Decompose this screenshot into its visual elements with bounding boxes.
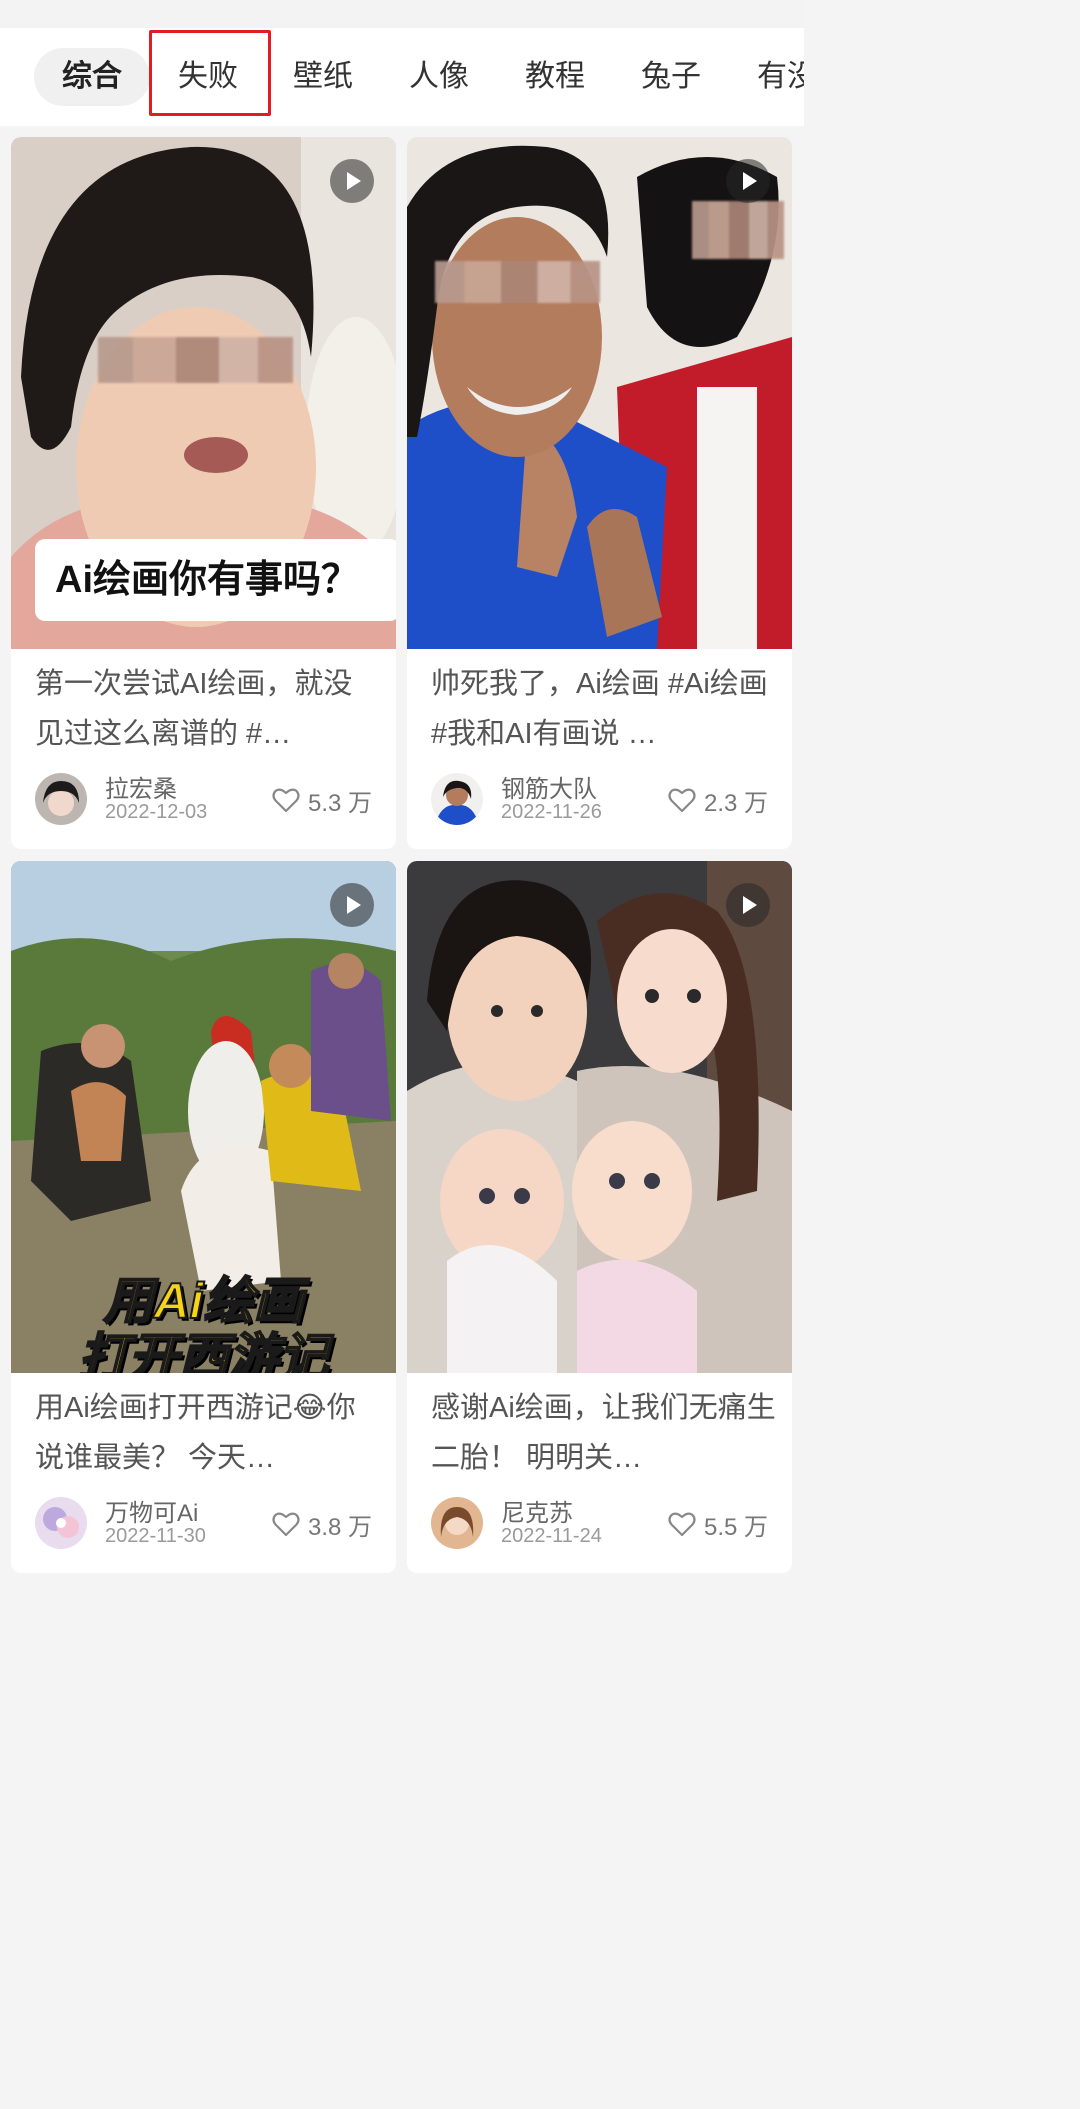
post-date: 2022-12-03 bbox=[105, 801, 208, 823]
avatar[interactable] bbox=[35, 773, 87, 825]
card-title[interactable]: 用Ai绘画打开西游记😂你说谁最美？ 今天… bbox=[35, 1383, 380, 1483]
tab-more[interactable]: 有没 bbox=[757, 48, 804, 106]
tab-portrait[interactable]: 人像 bbox=[409, 48, 469, 106]
card-title[interactable]: 感谢Ai绘画，让我们无痛生二胎！ 明明关… bbox=[431, 1383, 776, 1483]
card-title[interactable]: 第一次尝试AI绘画，就没见过这么离谱的 #… bbox=[35, 659, 380, 759]
post-date: 2022-11-24 bbox=[501, 1525, 602, 1547]
author-name[interactable]: 万物可Ai bbox=[105, 1493, 198, 1528]
video-thumbnail[interactable]: Ai绘画你有事吗？ bbox=[11, 137, 396, 649]
video-card[interactable]: 用Ai绘画 打开西游记 用Ai绘画打开西游记😂你说谁最美？ 今天… 万物可Ai … bbox=[11, 861, 396, 1573]
status-strip bbox=[0, 0, 804, 28]
video-card[interactable]: Ai绘画你有事吗？ 第一次尝试AI绘画，就没见过这么离谱的 #… 拉宏桑 202… bbox=[11, 137, 396, 849]
video-thumbnail[interactable] bbox=[407, 861, 792, 1373]
tab-rabbit[interactable]: 兔子 bbox=[641, 48, 701, 106]
heart-icon bbox=[668, 788, 696, 813]
play-icon[interactable] bbox=[726, 159, 770, 203]
heart-icon bbox=[668, 1512, 696, 1537]
video-thumbnail[interactable]: 用Ai绘画 打开西游记 bbox=[11, 861, 396, 1373]
thumbnail-image bbox=[407, 861, 792, 1373]
like-count[interactable]: 5.3 万 bbox=[272, 785, 372, 817]
avatar[interactable] bbox=[35, 1497, 87, 1549]
like-count[interactable]: 2.3 万 bbox=[668, 785, 768, 817]
like-count[interactable]: 5.5 万 bbox=[668, 1509, 768, 1541]
face-blur bbox=[692, 201, 784, 259]
card-title[interactable]: 帅死我了，Ai绘画 #Ai绘画 #我和AI有画说 … bbox=[431, 659, 776, 759]
heart-icon bbox=[272, 788, 300, 813]
face-blur bbox=[435, 261, 600, 303]
tab-comprehensive[interactable]: 综合 bbox=[34, 48, 150, 106]
category-tabbar: 综合 失败 壁纸 人像 教程 兔子 有没 bbox=[0, 28, 804, 126]
thumbnail-caption-line2: 打开西游记 bbox=[78, 1328, 330, 1373]
avatar[interactable] bbox=[431, 773, 483, 825]
tab-failure[interactable]: 失败 bbox=[178, 48, 238, 106]
post-date: 2022-11-26 bbox=[501, 801, 602, 823]
face-blur bbox=[98, 337, 293, 383]
like-count-text: 2.3 万 bbox=[703, 789, 768, 817]
like-count-text: 5.3 万 bbox=[307, 789, 372, 817]
author-name[interactable]: 拉宏桑 bbox=[105, 769, 177, 804]
like-count[interactable]: 3.8 万 bbox=[272, 1509, 372, 1541]
play-icon[interactable] bbox=[330, 159, 374, 203]
heart-icon bbox=[272, 1512, 300, 1537]
author-name[interactable]: 钢筋大队 bbox=[501, 769, 597, 804]
video-thumbnail[interactable] bbox=[407, 137, 792, 649]
thumbnail-caption: Ai绘画你有事吗？ bbox=[35, 539, 396, 621]
play-icon[interactable] bbox=[330, 883, 374, 927]
video-card[interactable]: 帅死我了，Ai绘画 #Ai绘画 #我和AI有画说 … 钢筋大队 2022-11-… bbox=[407, 137, 792, 849]
like-count-text: 5.5 万 bbox=[703, 1513, 768, 1541]
avatar[interactable] bbox=[431, 1497, 483, 1549]
author-name[interactable]: 尼克苏 bbox=[501, 1493, 573, 1528]
post-date: 2022-11-30 bbox=[105, 1525, 206, 1547]
tab-tutorial[interactable]: 教程 bbox=[525, 48, 585, 106]
like-count-text: 3.8 万 bbox=[307, 1513, 372, 1541]
video-card[interactable]: 感谢Ai绘画，让我们无痛生二胎！ 明明关… 尼克苏 2022-11-24 5.5… bbox=[407, 861, 792, 1573]
play-icon[interactable] bbox=[726, 883, 770, 927]
tab-wallpaper[interactable]: 壁纸 bbox=[293, 48, 353, 106]
